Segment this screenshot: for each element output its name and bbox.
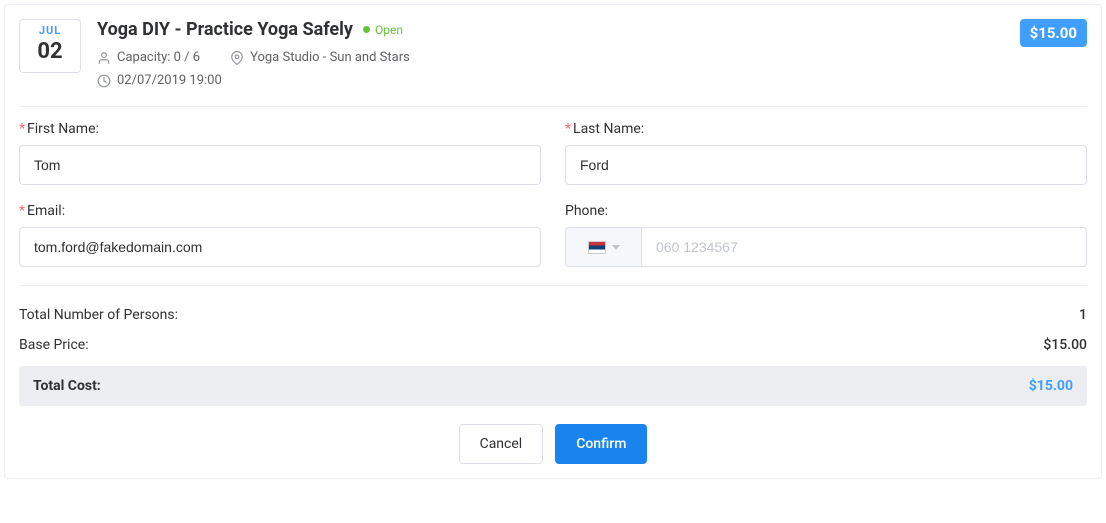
status-dot-icon: [363, 26, 370, 33]
total-value: $15.00: [1029, 378, 1073, 394]
date-month: JUL: [20, 24, 80, 37]
phone-field: Phone:: [565, 203, 1087, 267]
email-input[interactable]: [19, 227, 541, 267]
email-label: *Email:: [19, 203, 541, 219]
last-name-input[interactable]: [565, 145, 1087, 185]
last-name-label: *Last Name:: [565, 121, 1087, 137]
status-text: Open: [375, 23, 403, 37]
persons-value: 1: [1079, 307, 1087, 323]
footer-actions: Cancel Confirm: [19, 424, 1087, 464]
first-name-input[interactable]: [19, 145, 541, 185]
persons-row: Total Number of Persons: 1: [19, 300, 1087, 330]
summary: Total Number of Persons: 1 Base Price: $…: [19, 300, 1087, 406]
base-price-row: Base Price: $15.00: [19, 330, 1087, 360]
first-name-field: *First Name:: [19, 121, 541, 185]
form: *First Name: *Last Name: *Email: Phone:: [19, 121, 1087, 267]
base-price-value: $15.00: [1043, 337, 1087, 353]
cancel-button[interactable]: Cancel: [459, 424, 544, 464]
clock-icon: [97, 74, 111, 88]
pin-icon: [230, 51, 244, 65]
phone-label: Phone:: [565, 203, 1087, 219]
last-name-field: *Last Name:: [565, 121, 1087, 185]
phone-country-select[interactable]: [565, 227, 641, 267]
total-label: Total Cost:: [33, 378, 101, 394]
datetime-text: 02/07/2019 19:00: [117, 73, 222, 88]
price-badge: $15.00: [1020, 19, 1087, 47]
appointment-card: JUL 02 Yoga DIY - Practice Yoga Safely O…: [4, 4, 1102, 479]
chevron-down-icon: [612, 245, 620, 250]
first-name-label: *First Name:: [19, 121, 541, 137]
datetime-meta: 02/07/2019 19:00: [97, 73, 222, 88]
phone-input[interactable]: [641, 227, 1087, 267]
location-meta: Yoga Studio - Sun and Stars: [230, 50, 410, 65]
persons-label: Total Number of Persons:: [19, 307, 178, 323]
location-text: Yoga Studio - Sun and Stars: [250, 50, 410, 65]
status-badge: Open: [363, 23, 403, 37]
flag-rs-icon: [588, 241, 606, 254]
header: JUL 02 Yoga DIY - Practice Yoga Safely O…: [19, 19, 1087, 88]
divider: [19, 285, 1087, 286]
event-title: Yoga DIY - Practice Yoga Safely: [97, 19, 353, 40]
date-box: JUL 02: [19, 19, 81, 73]
total-row: Total Cost: $15.00: [19, 366, 1087, 406]
base-price-label: Base Price:: [19, 337, 89, 353]
person-icon: [97, 51, 111, 65]
divider: [19, 106, 1087, 107]
confirm-button[interactable]: Confirm: [555, 424, 647, 464]
capacity-meta: Capacity: 0 / 6: [97, 50, 200, 65]
email-field: *Email:: [19, 203, 541, 267]
date-day: 02: [20, 39, 80, 64]
header-body: Yoga DIY - Practice Yoga Safely Open Cap…: [97, 19, 1004, 88]
capacity-text: Capacity: 0 / 6: [117, 50, 200, 65]
